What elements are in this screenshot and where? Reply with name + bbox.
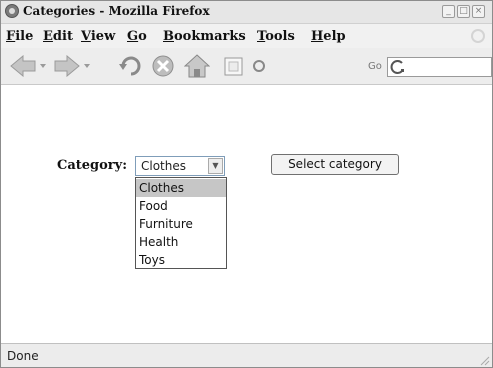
throbber-icon xyxy=(471,29,485,43)
title-bar: Categories - Mozilla Firefox _ □ × xyxy=(1,1,492,24)
select-category-button[interactable]: Select category xyxy=(271,154,399,175)
browser-window: Categories - Mozilla Firefox _ □ × File … xyxy=(0,0,493,368)
maximize-button[interactable]: □ xyxy=(457,5,470,18)
page-content xyxy=(1,85,492,343)
go-label[interactable]: Go xyxy=(368,61,382,72)
firefox-logo-icon xyxy=(5,4,19,18)
search-engine-icon xyxy=(390,60,404,74)
menu-file[interactable]: File xyxy=(6,29,33,44)
option-food[interactable]: Food xyxy=(136,197,226,215)
menu-view[interactable]: View xyxy=(81,29,115,44)
back-arrow-icon[interactable] xyxy=(9,55,49,77)
category-label: Category: xyxy=(57,158,128,173)
menu-help[interactable]: Help xyxy=(311,29,346,44)
minimize-button[interactable]: _ xyxy=(442,5,455,18)
menu-go[interactable]: Go xyxy=(127,29,147,44)
option-health[interactable]: Health xyxy=(136,233,226,251)
status-text: Done xyxy=(7,349,39,363)
window-title: Categories - Mozilla Firefox xyxy=(23,4,210,18)
reload-icon[interactable] xyxy=(118,54,144,78)
category-select[interactable]: Clothes ▼ xyxy=(135,156,225,176)
menu-tools[interactable]: Tools xyxy=(257,29,295,44)
menu-bar: File Edit View Go Bookmarks Tools Help xyxy=(1,24,492,48)
menu-edit[interactable]: Edit xyxy=(43,29,73,44)
go-icon[interactable] xyxy=(252,58,266,74)
navigation-toolbar: Go xyxy=(1,48,492,85)
stop-icon[interactable] xyxy=(151,54,175,78)
option-toys[interactable]: Toys xyxy=(136,251,226,269)
chevron-down-icon[interactable]: ▼ xyxy=(208,158,223,174)
category-dropdown-list: Clothes Food Furniture Health Toys xyxy=(135,177,227,269)
address-bar[interactable] xyxy=(387,57,492,77)
select-value: Clothes xyxy=(141,159,186,173)
page-icon[interactable] xyxy=(223,56,245,78)
forward-arrow-icon[interactable] xyxy=(53,55,93,77)
menu-bookmarks[interactable]: Bookmarks xyxy=(163,29,246,44)
resize-grip-icon[interactable] xyxy=(480,356,490,366)
home-icon[interactable] xyxy=(184,53,210,79)
option-furniture[interactable]: Furniture xyxy=(136,215,226,233)
close-window-button[interactable]: × xyxy=(472,5,485,18)
status-bar: Done xyxy=(1,343,492,367)
option-clothes[interactable]: Clothes xyxy=(136,179,226,197)
